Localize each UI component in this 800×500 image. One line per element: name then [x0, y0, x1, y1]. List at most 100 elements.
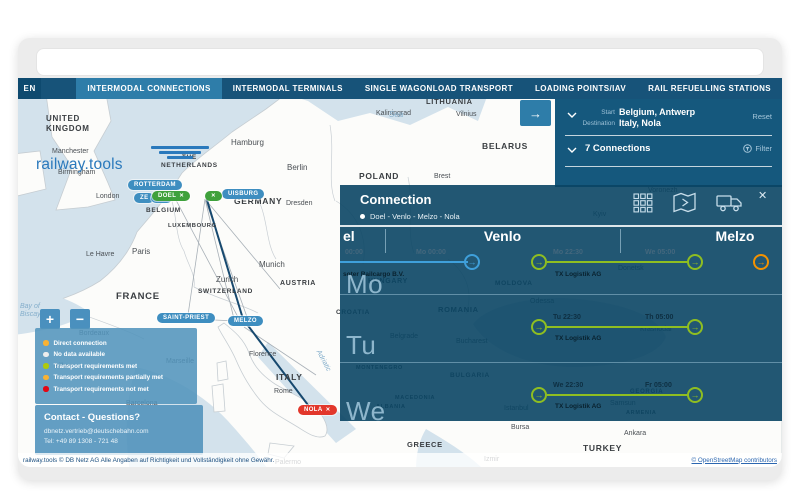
map-label-bursa: Bursa	[511, 424, 529, 432]
map-label-united-kingdom: UNITED KINGDOM	[46, 114, 90, 133]
filter-button[interactable]: Filter	[743, 144, 772, 153]
leg2-arrival-marker: →	[687, 387, 703, 403]
marker-close-icon[interactable]: ✕	[179, 193, 184, 199]
truck-icon[interactable]	[716, 192, 744, 213]
marker-close-icon[interactable]: ✕	[211, 193, 216, 199]
legend-item-transport-requirements-partially-met: Transport requirements partially met	[43, 374, 189, 381]
legend-item-direct-connection: Direct connection	[43, 340, 189, 347]
map-label-greece: GREECE	[407, 440, 443, 449]
start-value[interactable]: Belgium, Antwerp	[619, 107, 695, 117]
tab-intermodal-connections[interactable]: INTERMODAL CONNECTIONS	[76, 78, 221, 99]
leg2-departure-time: We 22:30	[553, 382, 583, 389]
grid-view-icon[interactable]	[633, 193, 653, 213]
contact-email[interactable]: dbnetz.vertrieb@deutschebahn.com	[44, 427, 194, 437]
legend-item-transport-requirements-not-met: Transport requirements not met	[43, 386, 189, 393]
map-marker-melzo[interactable]: MELZO	[228, 316, 263, 326]
map-label-dresden: Dresden	[286, 200, 312, 208]
map-marker-x[interactable]: ✕	[205, 191, 222, 201]
leg2-departure-marker: →	[531, 254, 547, 270]
marker-close-icon[interactable]: ✕	[326, 407, 331, 413]
map-label-turkey: TURKEY	[583, 443, 622, 453]
panel-collapse-button[interactable]: →	[520, 100, 551, 126]
leg1-departure-time-full: Mo 00:00	[416, 249, 446, 256]
railway-tools-logo: railway.tools	[36, 156, 123, 174]
map-label-belarus: BELARUS	[482, 141, 528, 151]
destination-value[interactable]: Italy, Nola	[619, 118, 661, 128]
connection-panel: Connection Doel - Venlo - Melzo - Nola	[340, 185, 782, 421]
connections-count[interactable]: 7 Connections	[585, 143, 650, 154]
leg1-arrival-marker: →	[464, 254, 480, 270]
reset-button[interactable]: Reset	[752, 112, 772, 121]
leg1-departure-time: 00:00	[345, 249, 363, 256]
map-marker-nola[interactable]: NOLA✕	[298, 405, 337, 415]
railway-tools-logo-icon	[151, 146, 209, 161]
map-label-sea: Sea	[389, 110, 403, 120]
leg2-departure-marker: →	[531, 387, 547, 403]
map-label-munich: Munich	[259, 260, 285, 270]
close-icon[interactable]: ✕	[758, 189, 767, 202]
station-melzo: Melzo	[670, 228, 782, 244]
legend-item-no-data-available: No data available	[43, 351, 189, 358]
map-label-lithuania: LITHUANIA	[426, 99, 473, 106]
map-label-poland: POLAND	[359, 171, 399, 181]
contact-box: Contact - Questions? dbnetz.vertrieb@deu…	[35, 405, 203, 455]
legend-item-transport-requirements-met: Transport requirements met	[43, 363, 189, 370]
connection-route: Doel - Venlo - Melzo - Nola	[360, 212, 460, 221]
legend-dot-icon	[43, 386, 49, 392]
leg2-operator: TX Logistik AG	[555, 403, 601, 410]
map-view-icon[interactable]	[671, 190, 698, 216]
map-label-luxembourg: LUXEMBOURG	[168, 223, 217, 230]
tab-intermodal-terminals[interactable]: INTERMODAL TERMINALS	[222, 78, 354, 99]
copyright-text: railway.tools © DB Netz AG Alle Angaben …	[23, 457, 274, 464]
day-label-mo: Mo	[346, 269, 383, 300]
chevron-down-icon[interactable]	[567, 147, 577, 153]
map-label-france: FRANCE	[116, 291, 160, 302]
map-label-paris: Paris	[132, 247, 150, 257]
map-label-zurich: Zurich	[216, 275, 238, 285]
leg2-arrival-marker: →	[687, 319, 703, 335]
contact-phone: Tel: +49 89 1308 - 721 48	[44, 437, 194, 447]
leg3-departure-marker: →	[753, 254, 769, 270]
tab-loading-points-iav[interactable]: LOADING POINTS/IAV	[524, 78, 637, 99]
leg2-arrival-time: Th 05:00	[645, 314, 673, 321]
map-label-le-havre: Le Havre	[86, 251, 114, 259]
contact-title: Contact - Questions?	[44, 412, 194, 423]
map-label-hamburg: Hamburg	[231, 138, 264, 148]
browser-toolbar	[36, 48, 764, 76]
leg2-arrival-marker: →	[687, 254, 703, 270]
map-label-switzerland: SWITZERLAND	[198, 288, 253, 296]
map-footer: railway.tools © DB Netz AG Alle Angaben …	[18, 453, 782, 467]
leg2-departure-time: Mo 22:30	[553, 249, 583, 256]
map-label-vilnius: Vilnius	[456, 111, 477, 119]
osm-attribution-link[interactable]: © OpenStreetMap contributors	[692, 457, 778, 464]
browser-window: EN INTERMODAL CONNECTIONSINTERMODAL TERM…	[18, 38, 782, 480]
map-marker-uisburg[interactable]: UISBURG	[222, 189, 264, 199]
leg2-operator: TX Logistik AG	[555, 335, 601, 342]
map-marker-rotterdam[interactable]: ROTTERDAM	[128, 180, 182, 190]
map-label-berlin: Berlin	[287, 163, 307, 173]
railway-tools-app: EN INTERMODAL CONNECTIONSINTERMODAL TERM…	[18, 78, 782, 467]
legend-dot-icon	[43, 340, 49, 346]
filter-icon	[743, 144, 752, 153]
map-label-brest: Brest	[434, 173, 450, 181]
map-marker-saint-priest[interactable]: SAINT-PRIEST	[157, 313, 215, 323]
leg2-departure-time: Tu 22:30	[553, 314, 581, 321]
zoom-in-button[interactable]: +	[40, 309, 60, 329]
station-doel: el	[343, 228, 355, 244]
connection-panel-title: Connection	[360, 192, 432, 207]
route-bullet-icon	[360, 214, 365, 219]
map-marker-doel[interactable]: DOEL✕	[152, 191, 190, 201]
map-label-italy: ITALY	[276, 372, 303, 382]
tab-rail-refuelling-stations[interactable]: RAIL REFUELLING STATIONS	[637, 78, 782, 99]
legend-dot-icon	[43, 375, 49, 381]
language-selector[interactable]: EN	[18, 78, 41, 99]
tab-single-wagonload-transport[interactable]: SINGLE WAGONLOAD TRANSPORT	[354, 78, 524, 99]
leg2-departure-marker: →	[531, 319, 547, 335]
map-legend: Direct connection No data available Transp…	[35, 328, 197, 404]
map-label-ankara: Ankara	[624, 430, 646, 438]
zoom-out-button[interactable]: −	[70, 309, 90, 329]
legend-dot-icon	[43, 363, 49, 369]
map-area[interactable]: UNITED KINGDOMTHE NETHERLANDSBELGIUMLUXE…	[18, 99, 782, 467]
leg2-arrival-time: Fr 05:00	[645, 382, 672, 389]
map-label-rome: Rome	[274, 388, 293, 396]
